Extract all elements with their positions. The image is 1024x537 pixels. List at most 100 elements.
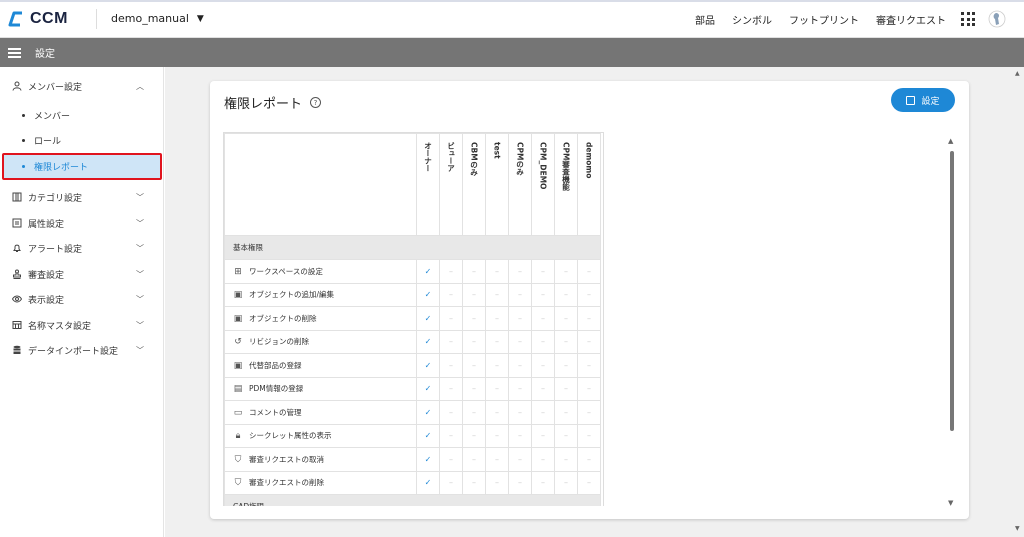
dash-cell: – xyxy=(485,400,509,425)
dash-cell: – xyxy=(439,259,463,284)
dash-cell: – xyxy=(577,376,601,401)
table-row: ▭ コメントの管理 ✓ – – – – – – – xyxy=(224,400,601,425)
dash-cell: – xyxy=(554,353,578,378)
menu-icon[interactable] xyxy=(8,47,21,58)
project-selector[interactable]: demo_manual ▼ xyxy=(111,12,204,25)
dash-cell: – xyxy=(531,470,555,495)
chevron-down-icon: ﹀ xyxy=(136,269,144,279)
dash-cell: – xyxy=(531,447,555,472)
check-icon: ✓ xyxy=(416,282,440,307)
chip-icon: ▣ xyxy=(233,360,243,371)
bullet-icon xyxy=(22,138,25,142)
sidebar-subitem-members[interactable]: メンバー xyxy=(0,103,164,127)
sidebar-item-data-import-settings[interactable]: データインポート設定 ﹀ xyxy=(0,338,164,362)
table-header-row: オーナー ビューア CBMのみ test CPMのみ CPM_DEMO CPM審… xyxy=(224,133,601,236)
dash-cell: – xyxy=(577,447,601,472)
top-bar: CCM demo_manual ▼ 部品 シンボル フットプリント 審査リクエス… xyxy=(0,0,1024,38)
dash-cell: – xyxy=(531,353,555,378)
sidebar-item-display-settings[interactable]: 表示設定 ﹀ xyxy=(0,287,164,311)
dash-cell: – xyxy=(485,282,509,307)
help-icon[interactable]: ? xyxy=(310,97,322,108)
chip-icon: ▣ xyxy=(233,290,243,301)
stamp-icon: ⛉ xyxy=(234,478,242,489)
scroll-up-icon[interactable]: ▲ xyxy=(1015,70,1020,77)
scroll-up-icon[interactable]: ▲ xyxy=(948,137,953,145)
settings-button[interactable]: 設定 xyxy=(891,88,955,112)
dash-cell: – xyxy=(577,329,601,354)
check-icon: ✓ xyxy=(416,329,440,354)
page-scrollbar[interactable]: ▲ ▼ xyxy=(1013,67,1024,537)
dash-cell: – xyxy=(462,329,486,354)
permission-label: 審査リクエストの取消 xyxy=(249,454,324,464)
sidebar-subitem-roles[interactable]: ロール xyxy=(0,128,164,152)
sub-header: 設定 xyxy=(0,38,1024,67)
chip-icon: ▣ xyxy=(233,313,243,324)
dash-cell: – xyxy=(577,353,601,378)
sidebar-item-review-settings[interactable]: 審査設定 ﹀ xyxy=(0,262,164,286)
dash-cell: – xyxy=(462,259,486,284)
check-icon: ✓ xyxy=(416,259,440,284)
nav-footprints[interactable]: フットプリント xyxy=(789,12,859,27)
nav-parts[interactable]: 部品 xyxy=(695,12,715,27)
sidebar-item-alert-settings[interactable]: アラート設定 ﹀ xyxy=(0,236,164,260)
permission-label-cell: ⛉ 審査リクエストの取消 xyxy=(224,447,417,472)
section-header: CAD権限 xyxy=(224,494,601,506)
logo-mark-icon xyxy=(8,11,22,26)
apps-grid-icon[interactable] xyxy=(961,12,975,26)
permission-table-container[interactable]: オーナー ビューア CBMのみ test CPMのみ CPM_DEMO CPM審… xyxy=(223,132,604,506)
chevron-down-icon: ﹀ xyxy=(136,294,144,304)
dash-cell: – xyxy=(462,282,486,307)
category-icon xyxy=(12,192,22,202)
sidebar-item-label: 審査設定 xyxy=(28,270,65,281)
table-scrollbar[interactable] xyxy=(950,151,954,431)
sidebar-subitem-label: ロール xyxy=(34,136,62,147)
dash-cell: – xyxy=(439,470,463,495)
eye-icon xyxy=(12,294,22,304)
sidebar-item-member-settings[interactable]: メンバー設定 ︿ xyxy=(0,74,164,98)
page-title: 設定 xyxy=(35,49,55,60)
chevron-down-icon: ﹀ xyxy=(136,218,144,228)
app-logo[interactable]: CCM xyxy=(8,10,88,28)
scroll-down-icon[interactable]: ▼ xyxy=(1015,525,1020,532)
table-row: ▣ オブジェクトの削除 ✓ – – – – – – – xyxy=(224,306,601,331)
check-icon: ✓ xyxy=(416,353,440,378)
sidebar-item-label: データインポート設定 xyxy=(28,346,119,357)
column-header: CBMのみ xyxy=(462,133,486,236)
document-icon: ▤ xyxy=(233,384,243,395)
sidebar-subitem-permission-report[interactable]: 権限レポート xyxy=(2,153,162,180)
permission-label-cell: ⊞ ワークスペースの設定 xyxy=(224,259,417,284)
chevron-down-icon: ﹀ xyxy=(136,243,144,253)
open-external-icon xyxy=(906,95,916,105)
check-icon: ✓ xyxy=(416,470,440,495)
main-content: 権限レポート ? 設定 オーナー ビューア CBMのみ test CPMのみ C… xyxy=(165,67,1024,537)
dash-cell: – xyxy=(508,329,532,354)
dash-cell: – xyxy=(439,282,463,307)
sidebar-item-name-master-settings[interactable]: 名称マスタ設定 ﹀ xyxy=(0,313,164,337)
table-corner-cell xyxy=(224,133,417,236)
permission-table: オーナー ビューア CBMのみ test CPMのみ CPM_DEMO CPM審… xyxy=(224,133,601,506)
permission-label: シークレット属性の表示 xyxy=(249,431,332,441)
check-icon: ✓ xyxy=(416,400,440,425)
dash-cell: – xyxy=(439,329,463,354)
grid-icon: ⊞ xyxy=(234,266,242,277)
dash-cell: – xyxy=(508,306,532,331)
permission-label-cell: ▭ コメントの管理 xyxy=(224,400,417,425)
dash-cell: – xyxy=(508,470,532,495)
check-icon: ✓ xyxy=(416,376,440,401)
sidebar-item-label: カテゴリ設定 xyxy=(28,193,83,204)
nav-review-requests[interactable]: 審査リクエスト xyxy=(876,12,946,27)
section-row: 基本権限 xyxy=(224,235,601,260)
top-nav: 部品 シンボル フットプリント 審査リクエスト xyxy=(678,0,946,38)
sidebar-item-attribute-settings[interactable]: 属性設定 ﹀ xyxy=(0,211,164,235)
avatar[interactable] xyxy=(988,10,1006,28)
permission-label: PDM情報の登録 xyxy=(249,384,304,394)
sidebar-item-category-settings[interactable]: カテゴリ設定 ﹀ xyxy=(0,185,164,209)
nav-symbols[interactable]: シンボル xyxy=(732,12,772,27)
project-name: demo_manual xyxy=(111,12,189,25)
dash-cell: – xyxy=(577,423,601,448)
permission-label: オブジェクトの削除 xyxy=(249,313,317,323)
caret-down-icon: ▼ xyxy=(196,13,204,24)
dash-cell: – xyxy=(531,282,555,307)
dash-cell: – xyxy=(485,306,509,331)
scroll-down-icon[interactable]: ▼ xyxy=(948,499,953,507)
